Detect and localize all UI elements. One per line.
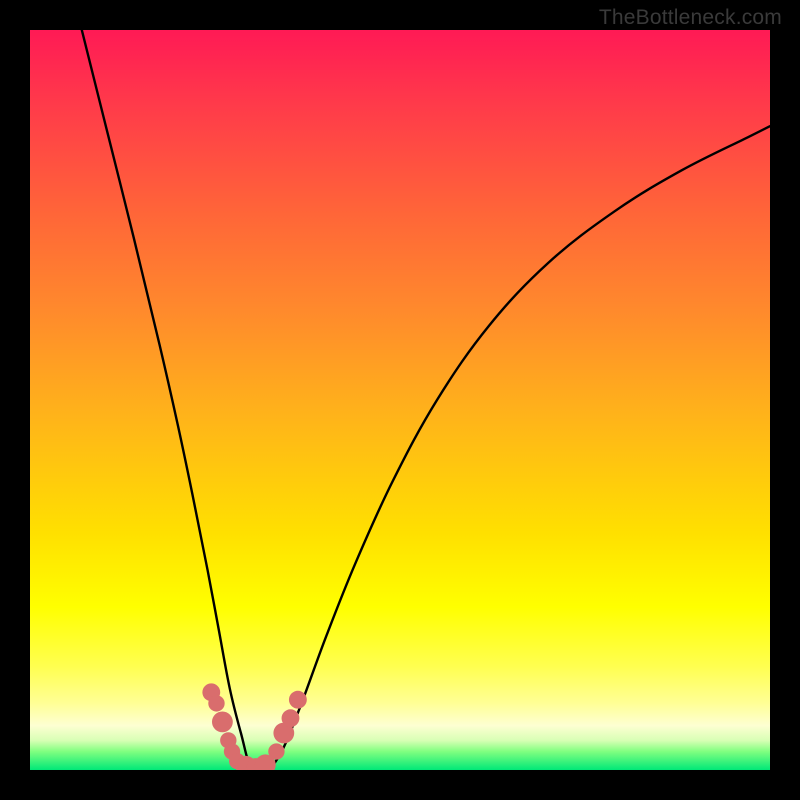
- curve-svg: [30, 30, 770, 770]
- marker-dot: [212, 712, 233, 733]
- chart-container: TheBottleneck.com: [0, 0, 800, 800]
- marker-dot: [268, 743, 284, 759]
- marker-dot: [289, 691, 307, 709]
- watermark: TheBottleneck.com: [599, 6, 782, 30]
- marker-dot: [282, 709, 300, 727]
- curve-markers: [202, 683, 306, 770]
- marker-dot: [208, 695, 224, 711]
- plot-area: [30, 30, 770, 770]
- bottleneck-curve: [82, 30, 770, 770]
